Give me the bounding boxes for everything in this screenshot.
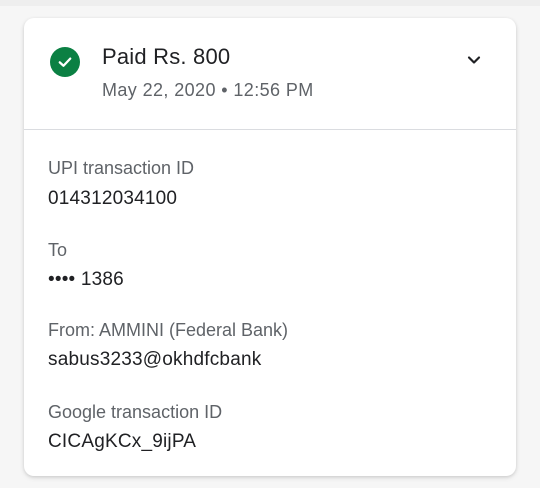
- chevron-down-icon: [467, 56, 481, 64]
- payment-datetime: May 22, 2020 • 12:56 PM: [102, 80, 314, 100]
- upi-transaction-id-value: 014312034100: [48, 188, 178, 209]
- transaction-header[interactable]: Paid Rs. 800 May 22, 2020 • 12:56 PM: [24, 18, 516, 129]
- to-value: •••• 1386: [48, 269, 124, 290]
- transaction-card: Paid Rs. 800 May 22, 2020 • 12:56 PM UPI…: [24, 18, 516, 476]
- from-label: From: AMMINI (Federal Bank): [48, 320, 289, 340]
- expand-button[interactable]: [460, 46, 488, 74]
- to-label: To: [48, 240, 68, 260]
- header-divider: [24, 129, 516, 130]
- google-transaction-id-label: Google transaction ID: [48, 402, 223, 422]
- payment-title: Paid Rs. 800: [102, 44, 231, 69]
- top-strip: [0, 0, 540, 6]
- upi-transaction-id-label: UPI transaction ID: [48, 158, 195, 178]
- check-circle-icon: [50, 47, 80, 77]
- google-transaction-id-value: CICAgKCx_9ijPA: [48, 431, 197, 452]
- from-value: sabus3233@okhdfcbank: [48, 349, 262, 370]
